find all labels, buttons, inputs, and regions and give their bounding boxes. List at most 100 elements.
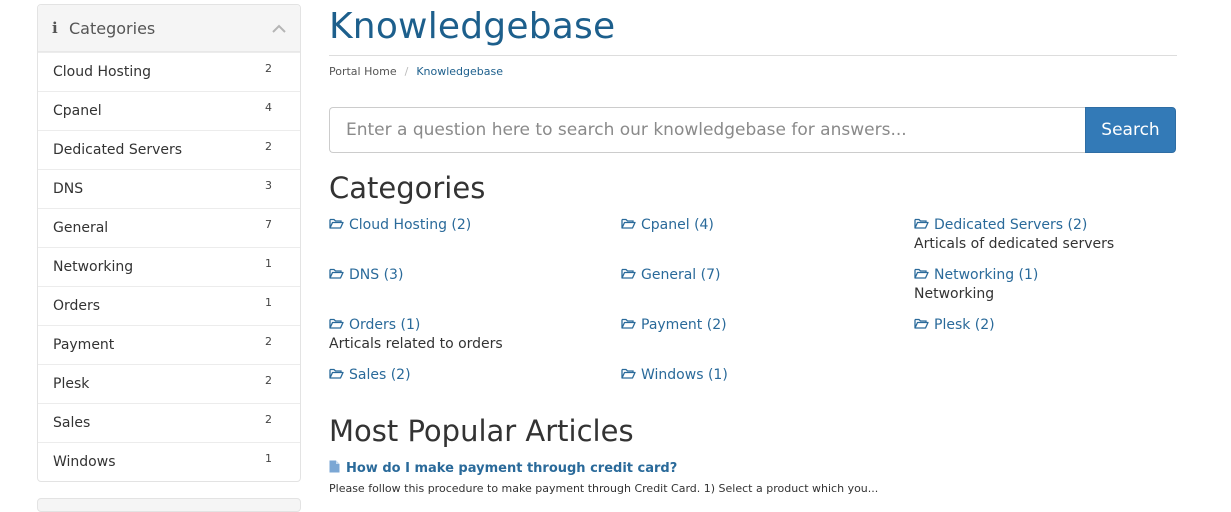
sidebar-item-cpanel[interactable]: Cpanel 4 <box>38 91 300 130</box>
category-cell: Networking (1) Networking <box>914 267 1204 302</box>
file-icon <box>329 460 346 477</box>
category-label: General (7) <box>641 267 721 283</box>
sidebar-categories-panel: i Categories Cloud Hosting 2 Cpanel 4 Dedi… <box>37 4 301 482</box>
page-title: Knowledgebase <box>329 6 616 47</box>
category-label: Windows (1) <box>641 367 728 383</box>
article-title: How do I make payment through credit car… <box>346 461 678 476</box>
sidebar-item-sales[interactable]: Sales 2 <box>38 403 300 442</box>
category-link-networking[interactable]: Networking (1) <box>914 267 1038 283</box>
sidebar-item-label: Cpanel <box>53 103 102 119</box>
sidebar-item-count: 7 <box>265 218 272 231</box>
breadcrumb-separator: / <box>404 65 409 78</box>
sidebar-item-label: Cloud Hosting <box>53 64 151 80</box>
category-cell: Cloud Hosting (2) <box>329 217 619 233</box>
sidebar-item-label: Orders <box>53 298 101 314</box>
sidebar-item-count: 2 <box>265 62 272 75</box>
breadcrumb-knowledgebase: Knowledgebase <box>416 65 504 78</box>
sidebar-item-count: 2 <box>265 335 272 348</box>
folder-open-icon <box>329 217 349 233</box>
sidebar-item-label: General <box>53 220 109 236</box>
category-cell: Payment (2) <box>621 317 911 333</box>
sidebar-title: Categories <box>69 18 156 38</box>
popular-article: How do I make payment through credit car… <box>329 460 1177 495</box>
category-link-dedicated-servers[interactable]: Dedicated Servers (2) <box>914 217 1087 233</box>
category-label: Cpanel (4) <box>641 217 714 233</box>
sidebar-item-cloud-hosting[interactable]: Cloud Hosting 2 <box>38 52 300 91</box>
search-button[interactable]: Search <box>1085 107 1176 153</box>
sidebar-item-count: 1 <box>265 296 272 309</box>
category-cell: DNS (3) <box>329 267 619 283</box>
folder-open-icon <box>621 317 641 333</box>
sidebar-next-panel <box>37 498 301 512</box>
category-cell: Dedicated Servers (2) Articals of dedica… <box>914 217 1204 252</box>
category-link-plesk[interactable]: Plesk (2) <box>914 317 995 333</box>
category-label: Dedicated Servers (2) <box>934 217 1088 233</box>
sidebar-item-general[interactable]: General 7 <box>38 208 300 247</box>
category-cell: Cpanel (4) <box>621 217 911 233</box>
breadcrumb-portal-home[interactable]: Portal Home <box>329 65 397 78</box>
category-description: Articals related to orders <box>329 336 503 352</box>
chevron-up-icon[interactable] <box>272 19 286 38</box>
category-description: Articals of dedicated servers <box>914 236 1115 252</box>
category-cell: Orders (1) Articals related to orders <box>329 317 619 352</box>
category-label: Networking (1) <box>934 267 1039 283</box>
sidebar-item-payment[interactable]: Payment 2 <box>38 325 300 364</box>
sidebar-item-count: 2 <box>265 374 272 387</box>
folder-open-icon <box>914 317 934 333</box>
category-label: DNS (3) <box>349 267 404 283</box>
search-bar: Search <box>329 107 1176 153</box>
sidebar-item-dedicated-servers[interactable]: Dedicated Servers 2 <box>38 130 300 169</box>
category-link-windows[interactable]: Windows (1) <box>621 367 728 383</box>
article-snippet: Please follow this procedure to make pay… <box>329 482 879 495</box>
info-icon: i <box>52 19 58 37</box>
sidebar-item-count: 4 <box>265 101 272 114</box>
category-link-orders[interactable]: Orders (1) <box>329 317 420 333</box>
category-label: Orders (1) <box>349 317 421 333</box>
category-link-general[interactable]: General (7) <box>621 267 720 283</box>
folder-open-icon <box>621 217 641 233</box>
sidebar-item-dns[interactable]: DNS 3 <box>38 169 300 208</box>
sidebar-header[interactable]: i Categories <box>38 5 300 52</box>
search-input[interactable] <box>329 107 1085 153</box>
category-link-sales[interactable]: Sales (2) <box>329 367 411 383</box>
sidebar-item-label: Payment <box>53 337 115 353</box>
sidebar-item-label: Sales <box>53 415 91 431</box>
folder-open-icon <box>914 217 934 233</box>
article-link[interactable]: How do I make payment through credit car… <box>329 460 1177 477</box>
folder-open-icon <box>914 267 934 283</box>
categories-heading: Categories <box>329 171 486 205</box>
folder-open-icon <box>621 267 641 283</box>
category-label: Plesk (2) <box>934 317 995 333</box>
sidebar-item-label: Networking <box>53 259 134 275</box>
folder-open-icon <box>329 267 349 283</box>
category-cell: General (7) <box>621 267 911 283</box>
category-link-dns[interactable]: DNS (3) <box>329 267 403 283</box>
sidebar-item-count: 1 <box>265 257 272 270</box>
popular-articles-heading: Most Popular Articles <box>329 414 634 448</box>
sidebar-item-label: Windows <box>53 454 116 470</box>
folder-open-icon <box>621 367 641 383</box>
category-label: Cloud Hosting (2) <box>349 217 472 233</box>
sidebar-item-count: 2 <box>265 140 272 153</box>
category-cell: Plesk (2) <box>914 317 1204 333</box>
sidebar-item-orders[interactable]: Orders 1 <box>38 286 300 325</box>
folder-open-icon <box>329 317 349 333</box>
sidebar-item-windows[interactable]: Windows 1 <box>38 442 300 481</box>
sidebar-item-label: DNS <box>53 181 84 197</box>
sidebar-item-count: 3 <box>265 179 272 192</box>
folder-open-icon <box>329 367 349 383</box>
category-description: Networking <box>914 286 995 302</box>
category-label: Payment (2) <box>641 317 727 333</box>
sidebar-item-label: Plesk <box>53 376 90 392</box>
sidebar-item-networking[interactable]: Networking 1 <box>38 247 300 286</box>
category-label: Sales (2) <box>349 367 411 383</box>
sidebar-item-count: 1 <box>265 452 272 465</box>
sidebar-item-count: 2 <box>265 413 272 426</box>
sidebar-item-label: Dedicated Servers <box>53 142 183 158</box>
category-link-payment[interactable]: Payment (2) <box>621 317 727 333</box>
category-link-cpanel[interactable]: Cpanel (4) <box>621 217 714 233</box>
category-link-cloud-hosting[interactable]: Cloud Hosting (2) <box>329 217 471 233</box>
sidebar-item-plesk[interactable]: Plesk 2 <box>38 364 300 403</box>
category-cell: Sales (2) <box>329 367 619 383</box>
category-cell: Windows (1) <box>621 367 911 383</box>
